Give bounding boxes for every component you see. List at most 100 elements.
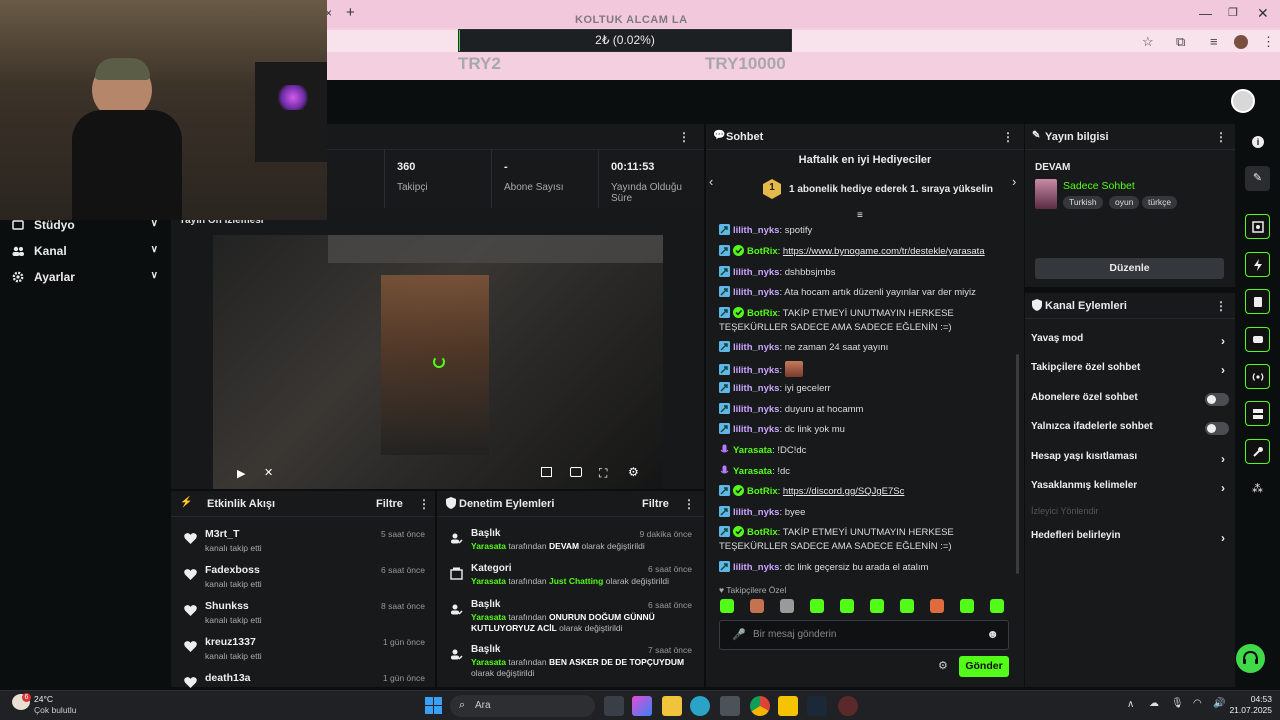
tab-close-button[interactable]: × [325, 6, 339, 20]
close-window-button[interactable]: ✕ [1257, 5, 1273, 22]
chat-username[interactable]: BotRix [747, 246, 778, 257]
activity-row[interactable]: Fadexboss kanalı takip etti 6 saat önce [171, 561, 435, 597]
windows-start-icon[interactable] [425, 697, 442, 714]
wrench-icon[interactable] [1245, 439, 1270, 464]
emote-button[interactable] [930, 599, 944, 613]
kebab-menu-icon[interactable]: ⋮ [1215, 130, 1227, 144]
chat-username[interactable]: BotRix [747, 308, 778, 319]
chat-username[interactable]: lilith_nyks [733, 342, 779, 353]
obs-icon[interactable] [838, 696, 858, 716]
activity-user[interactable]: kreuz1337 [205, 636, 256, 648]
layers-icon[interactable] [1245, 401, 1270, 426]
filter-button[interactable]: Filtre [376, 498, 403, 510]
filter-button[interactable]: Filtre [642, 498, 669, 510]
category-name[interactable]: Sadece Sohbet [1063, 180, 1135, 192]
kebab-menu-icon[interactable]: ⋮ [1002, 130, 1014, 144]
chat-username[interactable]: Yarasata [733, 466, 772, 477]
chat-username[interactable]: lilith_nyks [733, 365, 779, 376]
maximize-button[interactable]: ❐ [1228, 6, 1244, 19]
theater-mode-icon[interactable] [570, 467, 582, 477]
emote-button[interactable] [720, 599, 734, 613]
emote-button[interactable] [960, 599, 974, 613]
moderation-user[interactable]: Yarasata [471, 576, 506, 586]
collapse-icon[interactable]: ≡ [857, 210, 863, 221]
chat-username[interactable]: BotRix [747, 486, 778, 497]
mute-icon[interactable]: ✕ [264, 466, 273, 479]
kebab-menu-icon[interactable]: ⋮ [418, 497, 430, 511]
wifi-icon[interactable]: ◠ [1193, 698, 1202, 709]
fullscreen-icon[interactable]: ⛶ [599, 466, 607, 481]
steam-icon[interactable] [807, 696, 827, 716]
emote-button[interactable] [750, 599, 764, 613]
chat-icon[interactable] [1245, 327, 1270, 352]
chat-link[interactable]: https://www.bynogame.com/tr/destekle/yar… [783, 246, 985, 257]
kebab-menu-icon[interactable]: ⋮ [678, 130, 690, 144]
broadcast-icon[interactable] [1245, 364, 1270, 389]
emote-button[interactable] [900, 599, 914, 613]
edit-button[interactable]: Düzenle [1035, 258, 1224, 279]
chat-username[interactable]: lilith_nyks [733, 424, 779, 435]
chat-username[interactable]: lilith_nyks [733, 225, 779, 236]
camera-icon[interactable] [1245, 214, 1270, 239]
emote-button[interactable] [870, 599, 884, 613]
support-chat-button[interactable] [1236, 644, 1265, 673]
pip-icon[interactable] [541, 467, 552, 477]
app-r-icon[interactable] [778, 696, 798, 716]
emote-button[interactable] [990, 599, 1004, 613]
chat-username[interactable]: lilith_nyks [733, 507, 779, 518]
bookmark-star-icon[interactable]: ☆ [1142, 34, 1154, 50]
play-icon[interactable]: ▶ [237, 467, 245, 480]
kebab-menu-icon[interactable]: ⋮ [1215, 299, 1227, 313]
stream-tag[interactable]: oyun [1109, 196, 1140, 209]
moderation-user[interactable]: Yarasata [471, 541, 506, 551]
preview-video[interactable]: ▶ ✕ ⛶ ⚙ [213, 235, 663, 489]
sidebar-item-settings[interactable]: Ayarlar ∨ [12, 268, 162, 288]
stream-tag[interactable]: türkçe [1142, 196, 1178, 209]
edit-pencil-icon[interactable]: ✎ [1245, 166, 1270, 191]
channel-action-row[interactable]: Abonelere özel sohbet [1031, 392, 1229, 412]
copilot-icon[interactable] [632, 696, 652, 716]
activity-user[interactable]: death13a [205, 672, 251, 684]
toggle-switch[interactable] [1205, 422, 1229, 435]
moderation-user[interactable]: Yarasata [471, 612, 506, 622]
channel-action-row[interactable]: Yalnızca ifadelerle sohbet [1031, 421, 1229, 441]
channel-action-row[interactable]: Takipçilere özel sohbet › [1031, 362, 1229, 382]
clipboard-icon[interactable] [1245, 289, 1270, 314]
clock-time[interactable]: 04:53 [1232, 694, 1272, 704]
chat-input[interactable]: 🎤 Bir mesaj gönderin ☻ [719, 620, 1009, 650]
clock-date[interactable]: 21.07.2025 [1222, 705, 1272, 715]
extensions-icon[interactable]: ⧉ [1176, 34, 1185, 50]
stream-tag[interactable]: Turkish [1063, 196, 1103, 209]
profile-avatar[interactable] [1234, 35, 1248, 49]
chat-username[interactable]: lilith_nyks [733, 383, 779, 394]
chat-username[interactable]: lilith_nyks [733, 404, 779, 415]
emote-button[interactable] [780, 599, 794, 613]
activity-row[interactable]: M3rt_T kanalı takip etti 5 saat önce [171, 525, 435, 561]
emote-button[interactable] [810, 599, 824, 613]
moderation-user[interactable]: Yarasata [471, 657, 506, 667]
chat-username[interactable]: lilith_nyks [733, 287, 779, 298]
network-icon[interactable]: ☁ [1149, 698, 1159, 709]
edge-icon[interactable] [690, 696, 710, 716]
file-explorer-icon[interactable] [662, 696, 682, 716]
info-icon[interactable]: i [1252, 136, 1264, 148]
task-view-icon[interactable] [604, 696, 624, 716]
activity-user[interactable]: Fadexboss [205, 564, 260, 576]
media-controls-icon[interactable]: ≡ [1210, 34, 1218, 49]
kebab-menu-icon[interactable]: ⋮ [683, 497, 695, 511]
chat-scrollbar[interactable] [1016, 354, 1019, 574]
more-menu-icon[interactable]: ⋮ [1262, 34, 1275, 50]
activity-row[interactable]: Shunkss kanalı takip etti 8 saat önce [171, 597, 435, 633]
chat-username[interactable]: Yarasata [733, 445, 772, 456]
settings-gear-icon[interactable]: ⚙ [628, 465, 639, 479]
sidebar-item-channel[interactable]: Kanal ∨ [12, 242, 162, 262]
cluster-icon[interactable]: ⁂ [1252, 482, 1263, 495]
user-avatar[interactable] [1231, 89, 1255, 113]
channel-action-row[interactable]: Yasaklanmış kelimeler › [1031, 480, 1229, 500]
channel-action-row[interactable]: Hedefleri belirleyin › [1031, 530, 1229, 550]
chat-link[interactable]: https://discord.gg/SQJgE7Sc [783, 486, 904, 497]
minimize-button[interactable]: — [1199, 6, 1215, 21]
lightning-icon[interactable] [1245, 252, 1270, 277]
toggle-switch[interactable] [1205, 393, 1229, 406]
chevron-up-icon[interactable]: ∧ [1127, 699, 1134, 710]
